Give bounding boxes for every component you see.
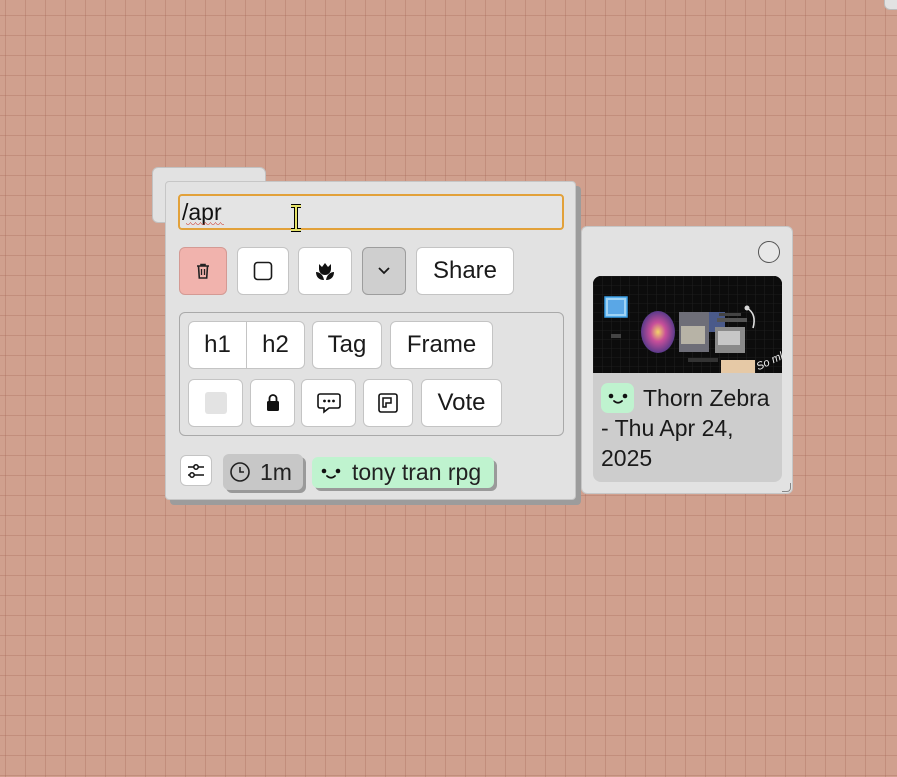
tag-button[interactable]: Tag [312, 321, 382, 369]
search-input[interactable] [178, 194, 564, 230]
text-cursor-icon [291, 204, 301, 232]
frame-button[interactable]: Frame [390, 321, 493, 369]
lock-button[interactable] [250, 379, 295, 427]
select-card-checkbox[interactable] [758, 241, 780, 263]
card-content[interactable]: So ml Thorn Zebra - Thu Apr 24, 2025 [593, 276, 782, 482]
share-button[interactable]: Share [416, 247, 514, 295]
tulip-icon [316, 263, 334, 280]
shape-button[interactable] [237, 247, 289, 295]
square-icon [253, 261, 273, 281]
spellcheck-underline [186, 222, 224, 226]
layer-button[interactable] [363, 379, 413, 427]
card-title: Thorn Zebra - Thu Apr 24, 2025 [601, 385, 770, 471]
resize-handle[interactable] [782, 483, 791, 492]
flower-button[interactable] [298, 247, 352, 295]
color-button[interactable] [188, 379, 243, 427]
user-name-label: tony tran rpg [352, 459, 482, 485]
sliders-icon [188, 463, 204, 478]
time-estimate-label: 1m [260, 458, 292, 485]
card-thumbnail: So ml [593, 276, 782, 373]
delete-button[interactable] [179, 247, 227, 295]
lock-icon [266, 394, 279, 411]
more-options-button[interactable] [362, 247, 406, 295]
time-estimate-pill[interactable]: 1m [223, 454, 303, 490]
user-pill[interactable]: tony tran rpg [312, 457, 494, 488]
offscreen-card-corner[interactable] [884, 0, 897, 10]
editor-panel: Share h1 h2 Tag Frame Vote [165, 181, 576, 500]
heading-1-button[interactable]: h1 [188, 321, 247, 369]
heading-2-button[interactable]: h2 [246, 321, 305, 369]
color-swatch-icon [204, 392, 227, 414]
smiley-avatar-icon [321, 468, 341, 479]
trash-icon [197, 263, 209, 279]
vote-button[interactable]: Vote [421, 379, 502, 427]
speech-bubble-icon [316, 393, 341, 414]
clock-icon [230, 462, 250, 482]
layer-icon [378, 393, 398, 413]
board-card[interactable]: So ml Thorn Zebra - Thu Apr 24, 2025 [581, 226, 793, 494]
comment-button[interactable] [301, 379, 356, 427]
chevron-down-icon [378, 267, 390, 275]
settings-button[interactable] [180, 455, 212, 486]
